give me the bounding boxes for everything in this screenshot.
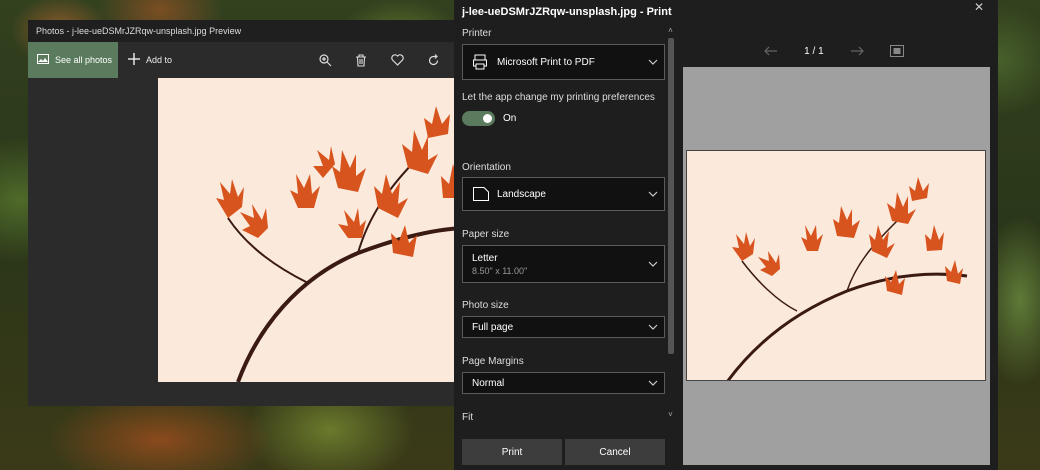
toggle-state-text: On <box>503 113 517 124</box>
printer-label: Printer <box>462 28 492 39</box>
print-button[interactable]: Print <box>462 439 562 465</box>
cancel-button[interactable]: Cancel <box>565 439 665 465</box>
chevron-down-icon <box>648 189 658 199</box>
page-landscape-icon <box>473 187 489 204</box>
settings-scrollbar-thumb[interactable] <box>668 38 674 354</box>
page-margins-value: Normal <box>472 377 505 389</box>
paper-size-select[interactable]: Letter 8.50" x 11.00" <box>462 245 665 283</box>
print-dialog: j-lee-ueDSMrJZRqw-unsplash.jpg - Print ✕… <box>454 0 998 470</box>
preview-navigation: 1 / 1 <box>764 42 904 60</box>
paper-size-value: Letter <box>472 252 498 264</box>
toggle-knob <box>483 114 492 123</box>
see-all-photos-label: See all photos <box>55 55 113 65</box>
chevron-down-icon <box>648 322 658 332</box>
photo-size-label: Photo size <box>462 300 509 311</box>
photos-window: Photos - j-lee-ueDSMrJZRqw-unsplash.jpg … <box>28 20 468 406</box>
photo-canvas <box>158 78 468 382</box>
printer-select[interactable]: Microsoft Print to PDF <box>462 44 665 80</box>
preview-maple-branch-image <box>726 177 968 380</box>
photos-window-title: Photos - j-lee-ueDSMrJZRqw-unsplash.jpg … <box>28 20 468 42</box>
printing-preferences-toggle[interactable] <box>462 111 495 126</box>
add-to-button[interactable]: Add to <box>118 53 172 67</box>
page-margins-label: Page Margins <box>462 356 524 367</box>
orientation-value: Landscape <box>497 188 546 200</box>
chevron-down-icon <box>648 259 658 269</box>
printer-value: Microsoft Print to PDF <box>497 56 595 68</box>
heart-icon[interactable] <box>390 53 404 67</box>
fit-preview-icon[interactable] <box>889 45 904 57</box>
rotate-icon[interactable] <box>426 53 440 67</box>
photos-toolbar: See all photos Add to <box>28 42 468 78</box>
printer-icon <box>473 54 487 73</box>
printing-preferences-label: Let the app change my printing preferenc… <box>462 92 655 103</box>
page-margins-select[interactable]: Normal <box>462 372 665 394</box>
paper-size-label: Paper size <box>462 229 510 240</box>
chevron-down-icon <box>648 378 658 388</box>
orientation-label: Orientation <box>462 162 511 173</box>
page-indicator: 1 / 1 <box>804 45 824 57</box>
delete-icon[interactable] <box>354 53 368 67</box>
previous-page-icon[interactable] <box>764 46 778 56</box>
print-dialog-title: j-lee-ueDSMrJZRqw-unsplash.jpg - Print <box>462 6 672 18</box>
scroll-down-icon[interactable]: ˅ <box>666 410 675 419</box>
chevron-down-icon <box>648 57 658 67</box>
maple-branch-image <box>216 106 468 382</box>
see-all-photos-button[interactable]: See all photos <box>28 42 118 78</box>
next-page-icon[interactable] <box>850 46 864 56</box>
plus-icon <box>128 53 140 67</box>
photo-icon <box>37 54 49 66</box>
preview-image <box>686 150 986 381</box>
print-settings-panel: Printer Microsoft Print to PDF Let the a… <box>454 22 676 470</box>
paper-size-text: Letter 8.50" x 11.00" <box>472 253 527 276</box>
zoom-in-icon[interactable] <box>318 53 332 67</box>
orientation-select[interactable]: Landscape <box>462 177 665 211</box>
fit-label: Fit <box>462 412 474 423</box>
scroll-up-icon[interactable]: ˄ <box>666 26 675 35</box>
add-to-label: Add to <box>146 55 173 65</box>
photo-size-value: Full page <box>472 321 514 333</box>
paper-size-dimensions: 8.50" x 11.00" <box>472 265 528 276</box>
close-icon[interactable]: ✕ <box>974 0 984 14</box>
photo-size-select[interactable]: Full page <box>462 316 665 338</box>
